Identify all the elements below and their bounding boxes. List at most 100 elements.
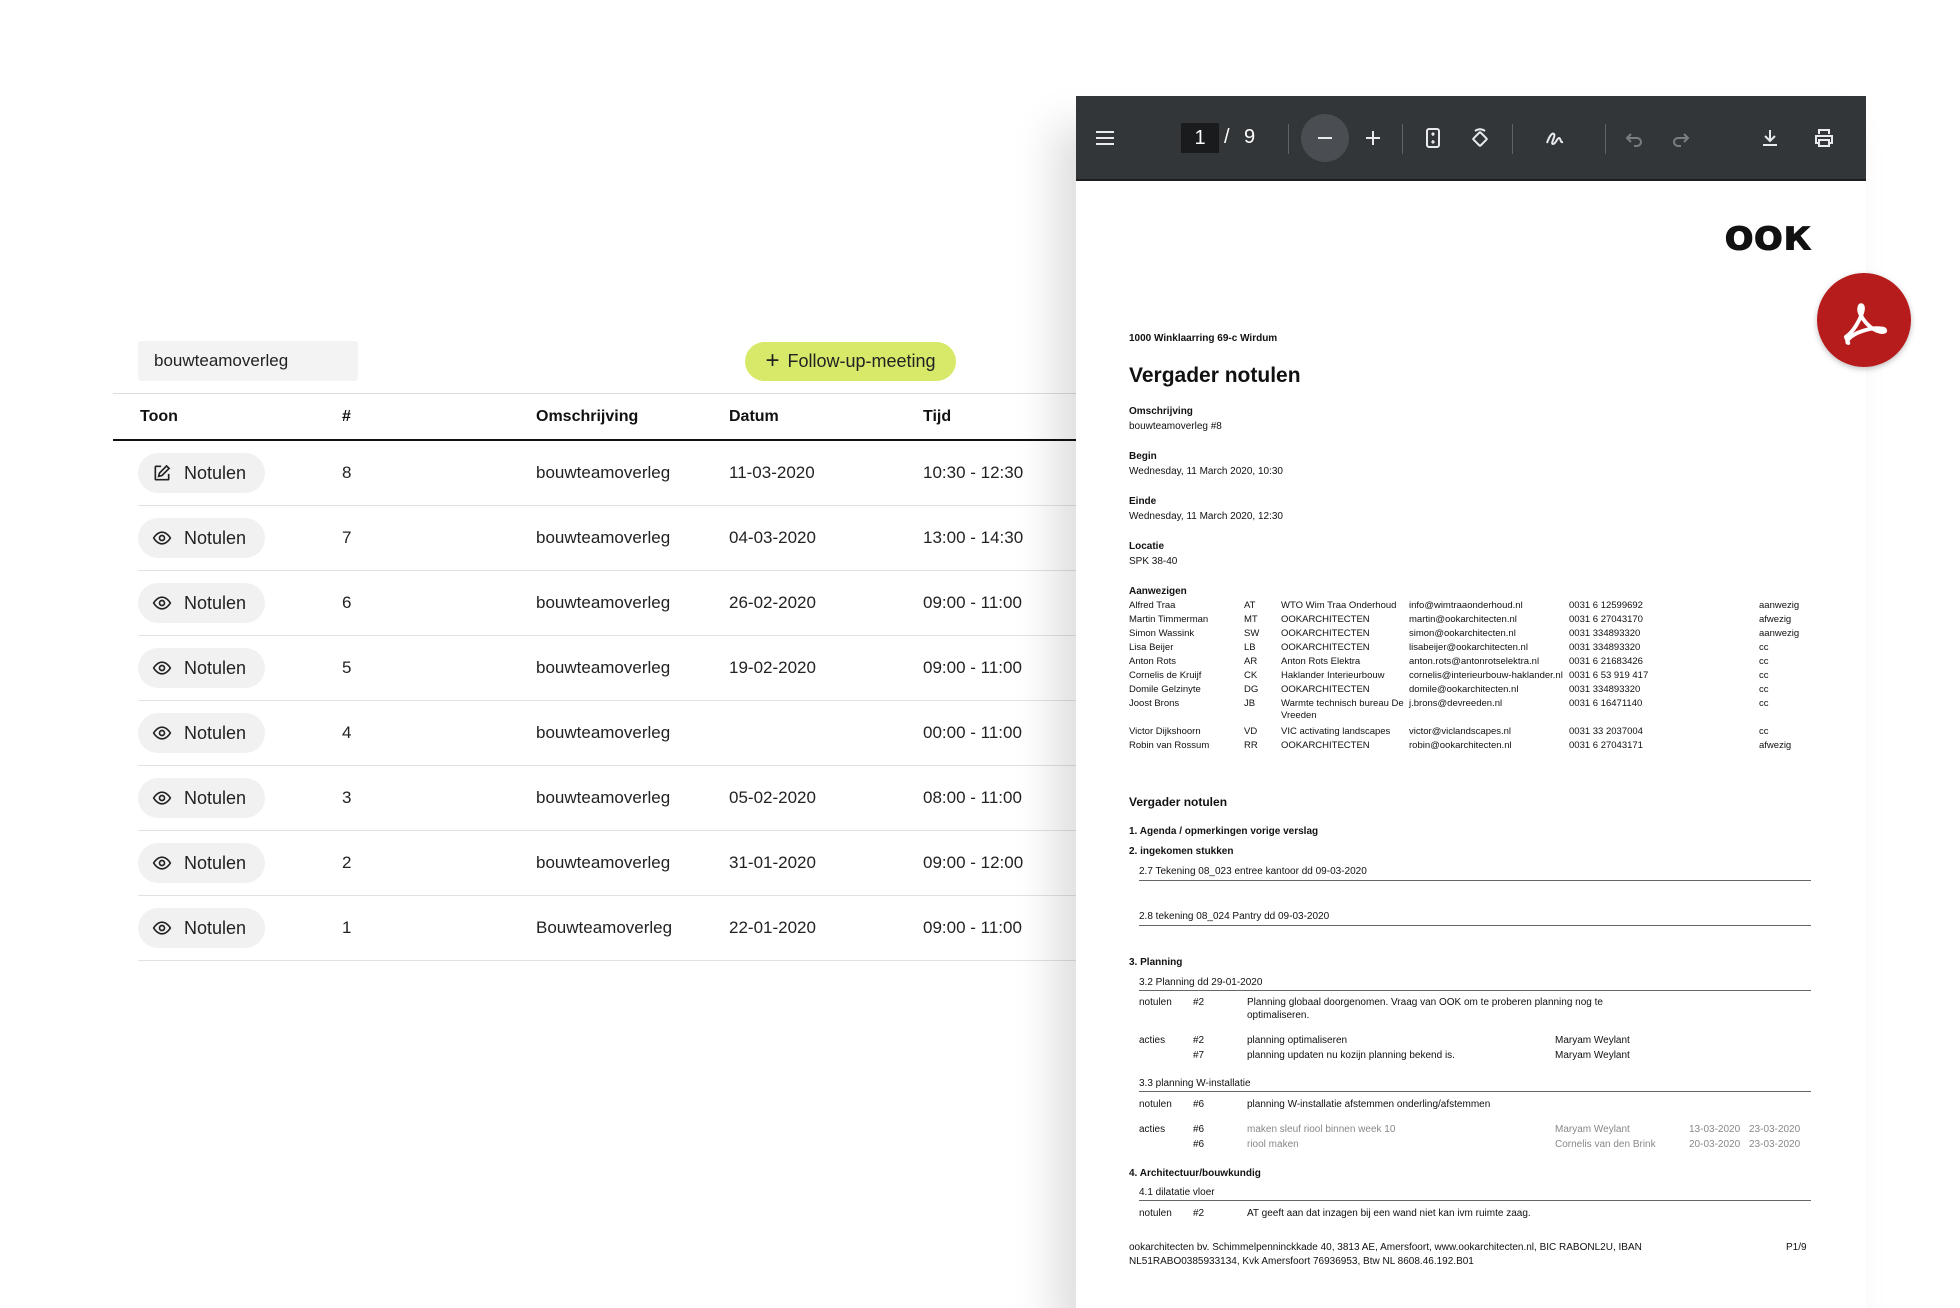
attendee-phone: 0031 33 2037004 [1569,726,1643,737]
notulen-button[interactable]: Notulen [138,843,265,883]
notulen-button[interactable]: Notulen [138,713,265,753]
notulen-button[interactable]: Notulen [138,583,265,623]
toolbar-divider [1605,124,1606,154]
meeting-time: 00:00 - 11:00 [923,723,1022,742]
attendee-name: Victor Dijkshoorn [1129,726,1201,737]
attendee-code: MT [1244,614,1258,625]
menu-icon[interactable] [1087,120,1123,156]
rule [1139,1091,1811,1092]
notulen-button[interactable]: Notulen [138,908,265,948]
row-date: 23-03-2020 [1749,1124,1801,1135]
eye-icon [152,918,172,938]
row-number: #2 [1193,1035,1205,1046]
print-icon[interactable] [1806,120,1842,156]
page-number-input[interactable]: 1 [1181,123,1219,153]
column-header-tijd: Tijd [923,408,952,425]
notulen-label: Notulen [184,462,247,483]
row-number: #2 [1193,997,1205,1008]
doc-footer: NL51RABO0385933134, Kvk Amersfoort 76936… [1129,1256,1474,1267]
follow-up-meeting-button[interactable]: + Follow-up-meeting [745,342,956,381]
undo-icon[interactable] [1616,120,1652,156]
page-current: 1 [1194,126,1206,149]
zoom-out-icon[interactable] [1307,120,1343,156]
attendee-code: JB [1244,698,1256,709]
attendee-code: VD [1244,726,1258,737]
row-type: notulen [1139,1208,1172,1219]
table-row: Notulen 7 bouwteamoverleg 04-03-2020 13:00 -… [138,506,1078,571]
attendee-email: simon@ookarchitecten.nl [1409,628,1516,639]
meeting-number: 5 [342,658,352,677]
meeting-description: bouwteamoverleg [536,528,671,547]
agenda-subitem: 2.8 tekening 08_024 Pantry dd 09-03-2020 [1139,911,1330,922]
redo-icon[interactable] [1663,120,1699,156]
ook-logo: ooк [1724,210,1812,261]
row-date: 23-03-2020 [1749,1139,1801,1150]
notulen-button[interactable]: Notulen [138,518,265,558]
table-row: Notulen 4 bouwteamoverleg 00:00 - 11:00 [138,701,1078,766]
row-person: Maryam Weylant [1555,1124,1630,1135]
attendee-company: OOKARCHITECTEN [1281,740,1370,751]
attendee-status: cc [1759,670,1769,681]
agenda-item: 3. Planning [1129,957,1183,968]
field-value: Wednesday, 11 March 2020, 12:30 [1129,511,1283,522]
agenda-item: 2. ingekomen stukken [1129,846,1234,857]
row-number: #6 [1193,1099,1205,1110]
table-row: Notulen 1 Bouwteamoverleg 22-01-2020 09:00 -… [138,896,1078,961]
row-text: optimaliseren. [1247,1010,1310,1021]
rotate-icon[interactable] [1462,120,1498,156]
attendee-code: AT [1244,600,1256,611]
notulen-button[interactable]: Notulen [138,648,265,688]
attendee-name: Domile Gelzinyte [1129,684,1201,695]
meeting-date: 04-03-2020 [729,528,816,547]
column-header-number: # [342,408,351,425]
eye-icon [152,788,172,808]
search-input[interactable]: bouwteamoverleg [138,341,358,381]
row-type: notulen [1139,997,1172,1008]
draw-icon[interactable] [1537,120,1573,156]
meeting-date: 31-01-2020 [729,853,816,872]
search-input-value: bouwteamoverleg [154,351,289,370]
attendee-email: lisabeijer@ookarchitecten.nl [1409,642,1528,653]
attendee-company: OOKARCHITECTEN [1281,628,1370,639]
field-value: Wednesday, 11 March 2020, 10:30 [1129,466,1283,477]
table-row: Notulen 5 bouwteamoverleg 19-02-2020 09:00 -… [138,636,1078,701]
follow-up-meeting-label: Follow-up-meeting [787,351,936,371]
attendee-name: Joost Brons [1129,698,1180,709]
attendee-code: AR [1244,656,1258,667]
field-value: SPK 38-40 [1129,556,1178,567]
acrobat-icon [1817,273,1911,367]
field-label: Omschrijving [1129,406,1193,417]
eye-icon [152,723,172,743]
meeting-time: 13:00 - 14:30 [923,528,1024,547]
notulen-button[interactable]: Notulen [138,778,265,818]
meeting-date: 22-01-2020 [729,918,816,937]
rule [1139,925,1811,926]
attendee-email: victor@viclandscapes.nl [1409,726,1512,737]
download-icon[interactable] [1752,120,1788,156]
zoom-in-icon[interactable] [1355,120,1391,156]
notulen-button[interactable]: Notulen [138,453,265,493]
doc-footer: ookarchitecten bv. Schimmelpenninckkade … [1129,1242,1642,1253]
attendee-email: anton.rots@antonrotselektra.nl [1409,656,1540,667]
attendee-code: DG [1244,684,1259,695]
meeting-description: bouwteamoverleg [536,463,671,482]
attendee-status: cc [1759,726,1769,737]
attendee-name: Anton Rots [1129,656,1176,667]
agenda-item: 4. Architectuur/bouwkundig [1129,1168,1261,1179]
notulen-label: Notulen [184,657,247,678]
meeting-time: 08:00 - 11:00 [923,788,1022,807]
table-row: Notulen 8 bouwteamoverleg 11-03-2020 10:30 -… [138,441,1078,506]
attendee-phone: 0031 334893320 [1569,684,1641,695]
toolbar-divider [1288,124,1289,154]
attendee-status: aanwezig [1759,600,1800,611]
attendee-phone: 0031 6 12599692 [1569,600,1643,611]
fit-page-icon[interactable] [1415,120,1451,156]
row-person: Maryam Weylant [1555,1035,1630,1046]
attendee-company: VIC activating landscapes [1281,726,1391,737]
attendee-status: cc [1759,684,1769,695]
meeting-number: 3 [342,788,352,807]
plus-icon: + [765,346,780,374]
agenda-subitem: 3.2 Planning dd 29-01-2020 [1139,977,1263,988]
column-header-toon: Toon [140,408,178,425]
attendee-phone: 0031 6 53 919 417 [1569,670,1649,681]
